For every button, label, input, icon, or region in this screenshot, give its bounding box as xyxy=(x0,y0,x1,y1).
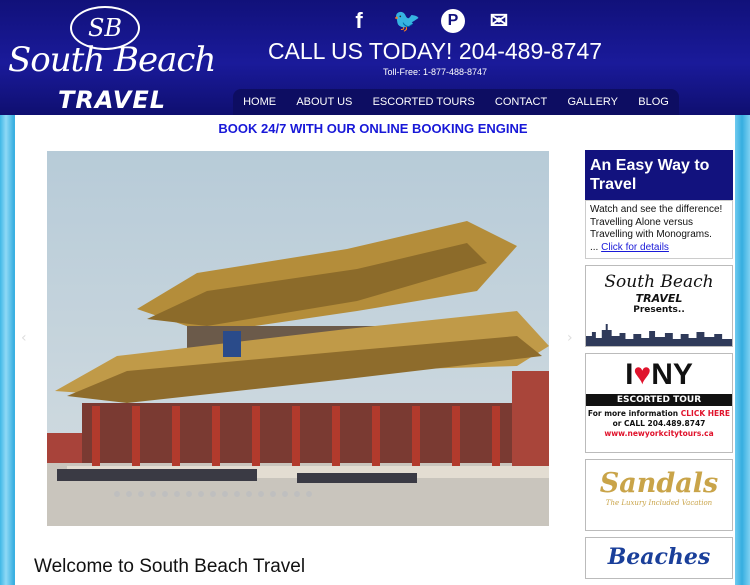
site-header: SB South Beach TRAVEL f 🐦 P ✉ CALL US TO… xyxy=(0,0,750,115)
ny-call: or CALL 204.489.8747 xyxy=(612,419,706,428)
skyline-image xyxy=(586,324,732,346)
tollfree-number: Toll-Free: 1-877-488-8747 xyxy=(382,67,488,77)
logo-name[interactable]: South Beach xyxy=(8,40,216,80)
beaches-logo: Beaches xyxy=(607,544,711,570)
south-beach-presents-ad[interactable]: South Beach TRAVEL Presents.. xyxy=(585,265,733,347)
slider-prev-arrow[interactable]: ‹ xyxy=(21,330,27,346)
easy-travel-heading: An Easy Way to Travel xyxy=(585,150,733,200)
email-icon[interactable]: ✉ xyxy=(485,8,513,34)
ny-url[interactable]: www.newyorkcitytours.ca xyxy=(604,429,713,438)
easy-travel-text: Watch and see the difference! Travelling… xyxy=(585,200,733,259)
nav-contact[interactable]: CONTACT xyxy=(491,96,551,108)
ellipsis: ... xyxy=(590,241,602,253)
twitter-icon[interactable]: 🐦 xyxy=(393,8,421,34)
nav-about-us[interactable]: ABOUT US xyxy=(292,96,356,108)
sb-ad-presents: Presents.. xyxy=(633,305,685,315)
nav-escorted-tours[interactable]: ESCORTED TOURS xyxy=(369,96,479,108)
nav-home[interactable]: HOME xyxy=(239,96,280,108)
sb-ad-travel: TRAVEL xyxy=(635,292,683,305)
temple-photo xyxy=(47,151,549,526)
facebook-icon[interactable]: f xyxy=(345,8,373,34)
i-love-ny-logo: I♥NY xyxy=(586,358,732,392)
welcome-heading: Welcome to South Beach Travel xyxy=(34,556,306,577)
pinterest-icon[interactable]: P xyxy=(441,9,465,33)
easy-travel-link-row: ... Click for details xyxy=(590,242,728,255)
nav-gallery[interactable]: GALLERY xyxy=(563,96,622,108)
beaches-ad[interactable]: Beaches xyxy=(585,537,733,579)
ny-info: For more information CLICK HERE or CALL … xyxy=(586,409,732,439)
main-content: BOOK 24/7 WITH OUR ONLINE BOOKING ENGINE… xyxy=(15,115,735,585)
heart-icon: ♥ xyxy=(633,358,652,391)
ny-ny: NY xyxy=(651,358,693,391)
call-us-heading: CALL US TODAY! 204-489-8747 xyxy=(267,38,603,64)
i-love-ny-ad[interactable]: I♥NY ESCORTED TOUR For more information … xyxy=(585,353,733,453)
easy-travel-line1: Watch and see the difference! xyxy=(590,204,723,215)
main-nav: HOME ABOUT US ESCORTED TOURS CONTACT GAL… xyxy=(233,89,679,115)
click-for-details-link[interactable]: Click for details xyxy=(601,242,669,253)
booking-link[interactable]: BOOK 24/7 WITH OUR ONLINE BOOKING ENGINE xyxy=(0,121,750,136)
sandals-tagline: The Luxury Included Vacation xyxy=(605,499,713,507)
social-links: f 🐦 P ✉ xyxy=(345,8,513,34)
easy-travel-line2: Travelling Alone versus Travelling with … xyxy=(590,216,712,241)
ny-click-here[interactable]: CLICK HERE xyxy=(681,409,730,418)
sidebar: An Easy Way to Travel Watch and see the … xyxy=(584,150,734,579)
sb-ad-title: South Beach xyxy=(604,272,714,292)
escorted-tour-bar: ESCORTED TOUR xyxy=(586,394,732,406)
ny-info-text: For more information xyxy=(587,409,679,418)
sandals-ad[interactable]: Sandals The Luxury Included Vacation xyxy=(585,459,733,531)
nav-blog[interactable]: BLOG xyxy=(634,96,673,108)
sandals-logo: Sandals xyxy=(599,468,719,499)
hero-slider-image xyxy=(47,151,549,526)
logo-travel[interactable]: TRAVEL xyxy=(58,86,166,114)
slider-next-arrow[interactable]: › xyxy=(567,330,573,346)
